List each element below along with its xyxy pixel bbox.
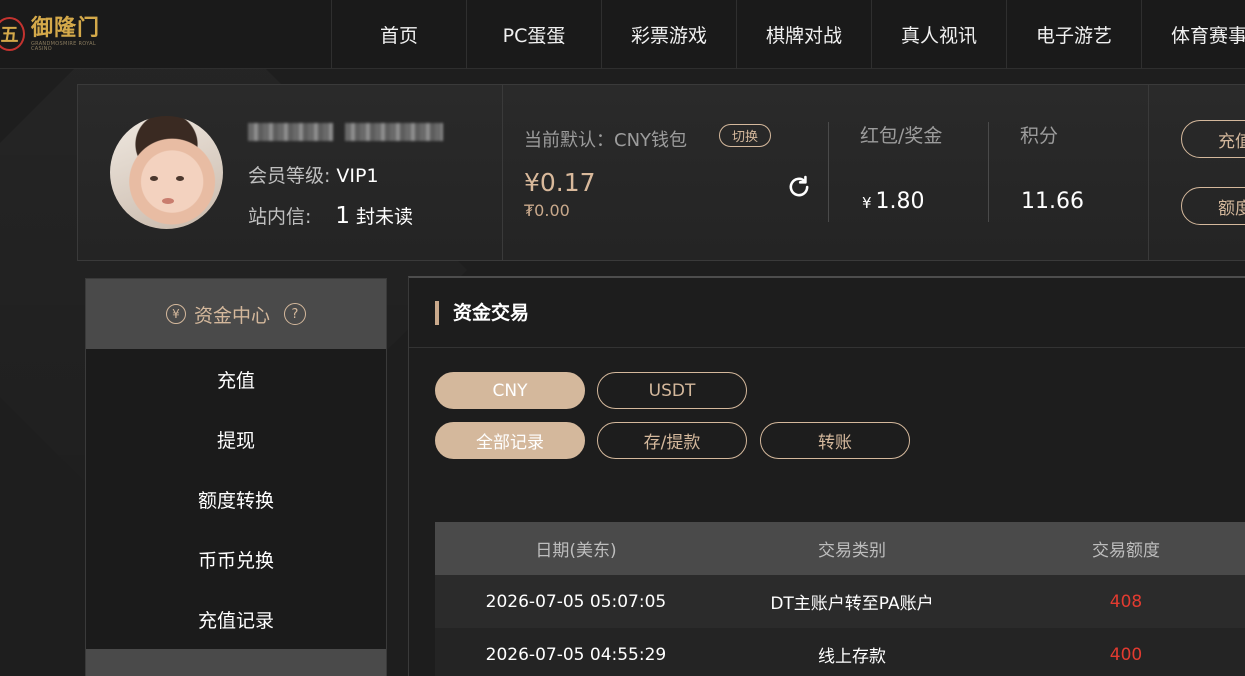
points-value: 11.66 [1021,189,1084,214]
sidebar-header[interactable]: ¥ 资金中心 ? [86,279,386,349]
tab-deposit-withdraw[interactable]: 存/提款 [597,422,747,459]
column-header-amount[interactable]: 交易额度 [987,536,1245,561]
logo-text: 御隆门 GRANDMOSMIRE ROYAL CASINO [31,17,110,52]
bonus-amount: 1.80 [875,189,925,214]
divider [828,122,829,222]
sidebar-title: 资金中心 [193,304,270,327]
wallet-usdt-balance: ₮0.00 [524,201,570,220]
member-level-label: 会员等级: [248,165,331,187]
nav-item-home[interactable]: 首页 [331,0,466,69]
cell-date: 2026-07-05 05:07:05 [485,591,667,612]
main-nav: 首页 PC蛋蛋 彩票游戏 棋牌对战 真人视讯 电子游艺 体育赛事 [331,0,1245,69]
top-navbar: 五 御隆门 GRANDMOSMIRE ROYAL CASINO 首页 PC蛋蛋 … [0,0,1245,69]
nav-item-live-video[interactable]: 真人视讯 [871,0,1006,69]
column-header-type[interactable]: 交易类别 [717,536,987,561]
nav-item-sports[interactable]: 体育赛事 [1141,0,1245,69]
masked-text [345,123,443,141]
sidebar-item-transfer[interactable]: 额度转换 [86,469,386,529]
avatar-eye [176,176,184,181]
divider [988,122,989,222]
avatar-mouth [162,198,174,204]
inbox-count: 1 [335,203,351,229]
tab-usdt[interactable]: USDT [597,372,747,409]
help-icon[interactable]: ? [284,303,306,325]
bonus-label: 红包/奖金 [860,125,943,147]
column-header-date[interactable]: 日期(美东) [435,536,717,561]
logo-tagline: GRANDMOSMIRE ROYAL CASINO [30,40,96,52]
transactions-table: 日期(美东) 交易类别 交易额度 2026-07-05 05:07:05 DT主… [435,522,1245,676]
masked-username [248,123,443,143]
logo-name: 御隆门 [30,14,100,41]
bonus-value: ¥1.80 [862,189,925,214]
sidebar: ¥ 资金中心 ? 充值 提现 额度转换 币币兑换 充值记录 [85,278,387,676]
cell-type: 线上存款 [817,647,886,667]
tab-transfer[interactable]: 转账 [760,422,910,459]
nav-item-chess-cards[interactable]: 棋牌对战 [736,0,871,69]
cell-type: DT主账户转至PA账户 [770,594,934,614]
avatar[interactable] [110,116,223,229]
tab-cny[interactable]: CNY [435,372,585,409]
sidebar-item-coin-exchange[interactable]: 币币兑换 [86,529,386,589]
transfer-button[interactable]: 额度转换 [1181,187,1245,225]
tab-all-records[interactable]: 全部记录 [435,422,585,459]
avatar-eye [150,176,158,181]
inbox-label: 站内信: [248,206,312,228]
nav-item-pc-dandan[interactable]: PC蛋蛋 [466,0,601,69]
cell-amount: 408 [1109,591,1143,612]
default-wallet-label: 当前默认：CNY钱包 [524,130,688,151]
table-row[interactable]: 2026-07-05 04:55:29 线上存款 400 [435,628,1245,676]
inbox-status[interactable]: 站内信: 1 封未读 [248,202,413,229]
logo-mark-icon: 五 [0,17,25,51]
deposit-button[interactable]: 充值 [1181,120,1245,158]
user-info-bar: 会员等级: VIP1 站内信: 1 封未读 当前默认：CNY钱包 切换 ¥0.17 ₮… [77,84,1245,261]
bonus-currency: ¥ [862,194,872,212]
masked-text [248,123,333,141]
divider [1148,85,1149,260]
member-level: 会员等级: VIP1 [248,161,379,188]
refresh-icon[interactable] [785,173,813,201]
member-level-value: VIP1 [336,165,379,187]
divider [409,347,1245,348]
sidebar-next-section[interactable] [86,649,386,676]
table-header: 日期(美东) 交易类别 交易额度 [435,522,1245,575]
cell-amount: 400 [1109,644,1143,665]
main-panel: 资金交易 CNY USDT 全部记录 存/提款 转账 日期(美东) 交易类别 交… [408,276,1245,676]
yuan-icon: ¥ [165,304,186,324]
points-label: 积分 [1020,125,1059,147]
sidebar-item-withdraw[interactable]: 提现 [86,409,386,469]
cell-date: 2026-07-05 04:55:29 [485,644,667,665]
inbox-suffix: 封未读 [356,206,414,228]
nav-item-lottery[interactable]: 彩票游戏 [601,0,736,69]
switch-wallet-button[interactable]: 切换 [719,124,771,147]
table-row[interactable]: 2026-07-05 05:07:05 DT主账户转至PA账户 408 [435,575,1245,628]
page-title: 资金交易 [435,301,529,325]
sidebar-item-deposit[interactable]: 充值 [86,349,386,409]
divider [502,85,503,260]
site-logo[interactable]: 五 御隆门 GRANDMOSMIRE ROYAL CASINO [0,8,110,60]
wallet-balance: ¥0.17 [524,168,596,197]
sidebar-item-deposit-records[interactable]: 充值记录 [86,589,386,649]
nav-item-slots[interactable]: 电子游艺 [1006,0,1141,69]
